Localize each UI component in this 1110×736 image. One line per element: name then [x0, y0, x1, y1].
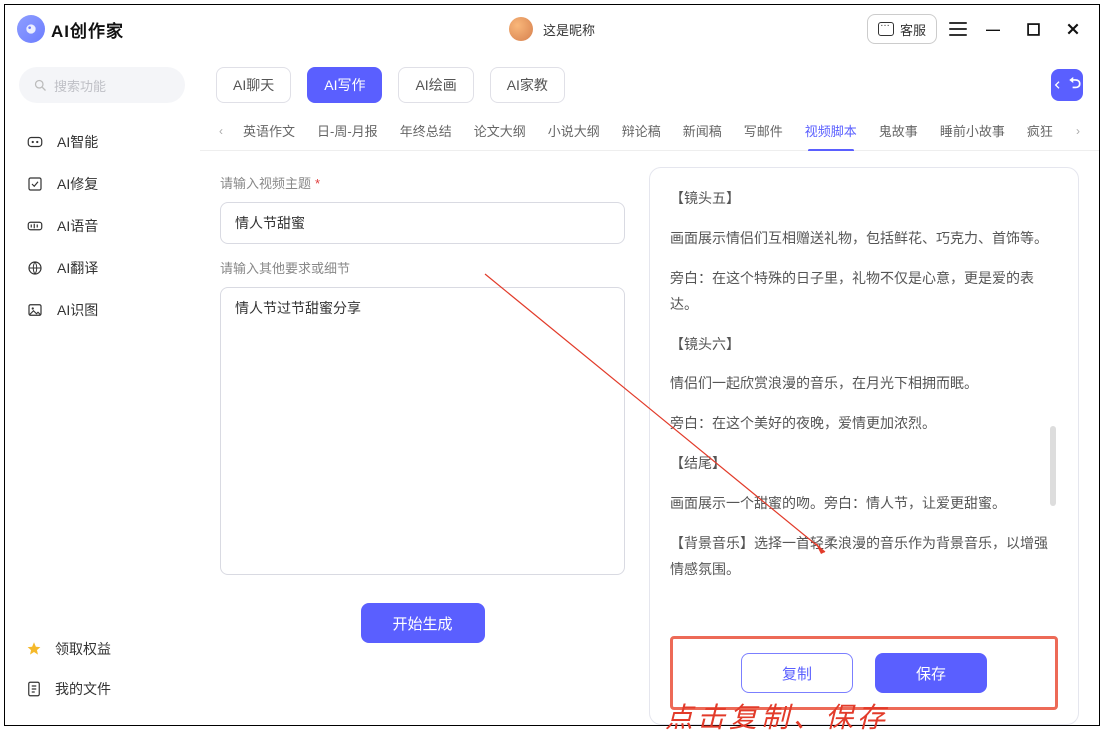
sidebar-item-label: 领取权益	[55, 639, 111, 659]
sidebar-item-ai-翻译[interactable]: AI翻译	[19, 247, 185, 289]
repair-icon	[25, 174, 45, 194]
search-icon	[33, 78, 48, 93]
file-icon	[25, 680, 43, 698]
output-line: 旁白：在这个特殊的日子里，礼物不仅是心意，更是爱的表达。	[670, 266, 1058, 318]
category-tab[interactable]: 辩论稿	[611, 111, 672, 151]
search-placeholder: 搜索功能	[54, 76, 106, 95]
generate-button[interactable]: 开始生成	[361, 603, 485, 643]
sidebar-item-label: AI修复	[57, 174, 98, 194]
customer-service-button[interactable]: 客服	[867, 14, 937, 44]
output-text: 【镜头五】画面展示情侣们互相赠送礼物，包括鲜花、巧克力、首饰等。旁白：在这个特殊…	[670, 186, 1058, 583]
app-title: AI创作家	[51, 17, 124, 42]
category-tab[interactable]: 视频脚本	[794, 111, 868, 151]
sidebar-item-ai-智能[interactable]: AI智能	[19, 121, 185, 163]
sidebar-item-label: AI翻译	[57, 258, 98, 278]
window-close-button[interactable]	[1059, 15, 1087, 43]
category-tab[interactable]: 英语作文	[232, 111, 306, 151]
sidebar-item-领取权益[interactable]: 领取权益	[19, 629, 185, 669]
sidebar-item-label: 我的文件	[55, 679, 111, 699]
window-minimize-button[interactable]: —	[979, 15, 1007, 43]
translate-icon	[25, 258, 45, 278]
category-scroll-right[interactable]: ›	[1067, 124, 1089, 138]
sidebar-item-label: AI识图	[57, 300, 98, 320]
mode-tab-paint[interactable]: AI绘画	[398, 67, 473, 103]
save-button[interactable]: 保存	[875, 653, 987, 693]
category-tab[interactable]: 年终总结	[389, 111, 463, 151]
category-tab[interactable]: 疯狂	[1016, 111, 1064, 151]
output-line: 【镜头六】	[670, 332, 1058, 358]
detail-label: 请输入其他要求或细节	[220, 258, 625, 277]
mode-tab-tutor[interactable]: AI家教	[490, 67, 565, 103]
output-line: 【背景音乐】选择一首轻柔浪漫的音乐作为背景音乐，以增强情感氛围。	[670, 531, 1058, 583]
mode-tab-chat[interactable]: AI聊天	[216, 67, 291, 103]
sidebar-item-我的文件[interactable]: 我的文件	[19, 669, 185, 709]
sidebar-item-label: AI智能	[57, 132, 98, 152]
action-row-highlight: 复制 保存	[670, 636, 1058, 710]
topic-label: 请输入视频主题*	[220, 173, 625, 192]
output-panel: 【镜头五】画面展示情侣们互相赠送礼物，包括鲜花、巧克力、首饰等。旁白：在这个特殊…	[649, 167, 1079, 725]
category-tab[interactable]: 新闻稿	[672, 111, 733, 151]
output-line: 旁白：在这个美好的夜晚，爱情更加浓烈。	[670, 411, 1058, 437]
output-line: 画面展示情侣们互相赠送礼物，包括鲜花、巧克力、首饰等。	[670, 226, 1058, 252]
category-tabs: 英语作文日-周-月报年终总结论文大纲小说大纲辩论稿新闻稿写邮件视频脚本鬼故事睡前…	[232, 111, 1067, 151]
output-line: 情侣们一起欣赏浪漫的音乐，在月光下相拥而眠。	[670, 371, 1058, 397]
category-tab[interactable]: 睡前小故事	[929, 111, 1016, 151]
category-tab[interactable]: 日-周-月报	[306, 111, 389, 151]
avatar[interactable]	[509, 17, 533, 41]
category-tab[interactable]: 写邮件	[733, 111, 794, 151]
service-label: 客服	[900, 20, 926, 39]
app-logo	[17, 15, 45, 43]
output-line: 【镜头五】	[670, 186, 1058, 212]
sidebar-item-label: AI语音	[57, 216, 98, 236]
sidebar-item-ai-语音[interactable]: AI语音	[19, 205, 185, 247]
return-icon	[1053, 77, 1069, 93]
category-tab[interactable]: 论文大纲	[463, 111, 537, 151]
topic-input[interactable]: 情人节甜蜜	[220, 202, 625, 244]
scrollbar-thumb[interactable]	[1050, 426, 1056, 506]
search-input[interactable]: 搜索功能	[19, 67, 185, 103]
mode-tab-write[interactable]: AI写作	[307, 67, 382, 103]
sidebar-item-ai-识图[interactable]: AI识图	[19, 289, 185, 331]
detail-textarea[interactable]: 情人节过节甜蜜分享	[220, 287, 625, 575]
nickname-label: 这是昵称	[543, 20, 595, 39]
category-scroll-left[interactable]: ‹	[210, 124, 232, 138]
reset-button[interactable]: ⮌	[1051, 69, 1083, 101]
output-line: 画面展示一个甜蜜的吻。旁白：情人节，让爱更甜蜜。	[670, 491, 1058, 517]
voice-icon	[25, 216, 45, 236]
category-tab[interactable]: 鬼故事	[868, 111, 929, 151]
menu-icon[interactable]	[949, 22, 967, 36]
category-tab[interactable]: 小说大纲	[537, 111, 611, 151]
window-maximize-button[interactable]	[1019, 15, 1047, 43]
copy-button[interactable]: 复制	[741, 653, 853, 693]
chat-icon	[878, 22, 894, 36]
smart-icon	[25, 132, 45, 152]
output-line: 【结尾】	[670, 451, 1058, 477]
sidebar-item-ai-修复[interactable]: AI修复	[19, 163, 185, 205]
image-icon	[25, 300, 45, 320]
crown-icon	[25, 640, 43, 658]
